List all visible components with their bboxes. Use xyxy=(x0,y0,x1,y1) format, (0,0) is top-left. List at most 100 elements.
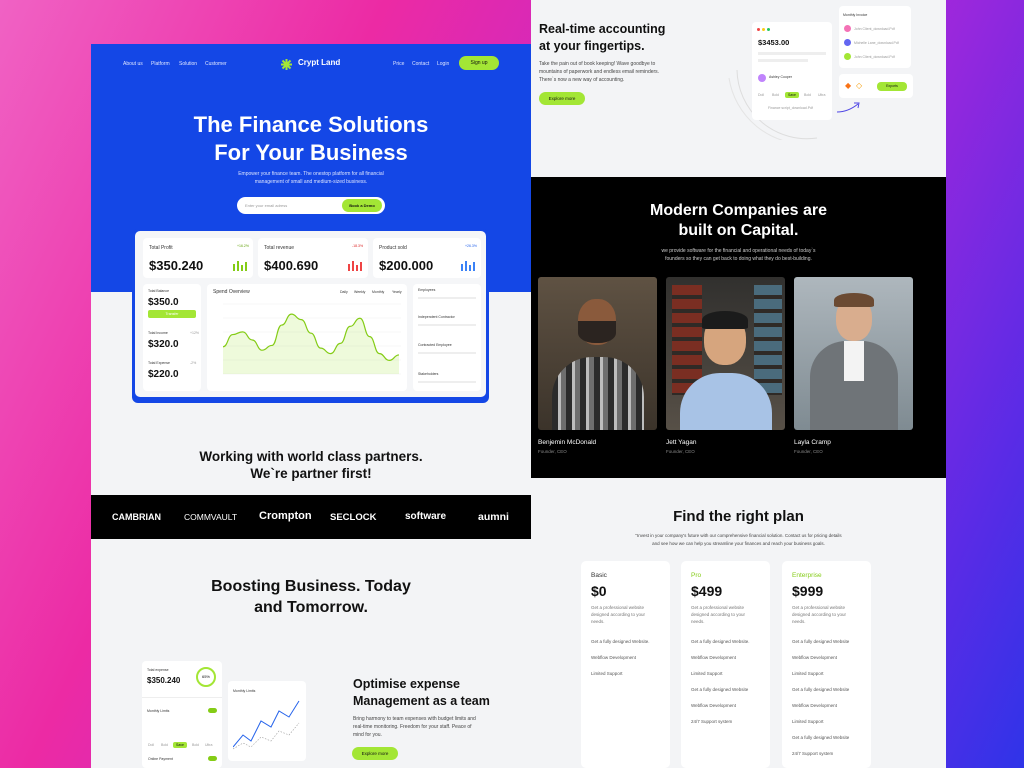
stat-card-revenue: Total revenue -18.3% $400.690 xyxy=(258,238,368,278)
plan-desc: Get a professional website xyxy=(792,605,846,610)
plan-feature: Limited Support xyxy=(792,671,824,676)
nav-contact[interactable]: Contact xyxy=(412,61,429,67)
chip[interactable]: Bold xyxy=(161,743,168,747)
partner-logo: COMMVAULT xyxy=(184,512,238,522)
plan-desc: designed according to your xyxy=(591,612,646,617)
bar-chart-icon xyxy=(233,261,247,271)
partners-line1: Working with world class partners. xyxy=(199,449,423,464)
chip[interactable]: Bold xyxy=(804,93,811,97)
invoice-item[interactable]: John Client_download.Pdf xyxy=(854,55,895,59)
list-item[interactable]: Contracted Employee xyxy=(418,343,452,347)
nav-customer[interactable]: Customer xyxy=(205,61,227,67)
tab-monthly[interactable]: Monthly xyxy=(372,290,384,294)
transfer-button[interactable]: Transfer xyxy=(148,310,196,318)
invoice-mock-card: Monthly Invoice John Client_download.Pdf… xyxy=(839,6,911,68)
spend-line-chart xyxy=(222,303,401,375)
optimise-body-2: real-time monitoring. Freedom for your s… xyxy=(353,724,472,730)
email-input[interactable]: Enter your email adress xyxy=(245,203,287,208)
optimise-line1: Optimise expense xyxy=(353,677,460,691)
nav-about[interactable]: About us xyxy=(123,61,143,67)
person-role: Founder, CEO xyxy=(666,449,695,454)
chip-active[interactable]: Save xyxy=(785,92,799,98)
expense-mock-card: Total expense $350.240 65% Monthly Limit… xyxy=(142,661,222,768)
chip[interactable]: Bold xyxy=(772,93,779,97)
plan-feature: Get a fully designed Website. xyxy=(691,639,750,644)
hero-subtitle-1: Empower your finance team. The onestop p… xyxy=(238,171,384,177)
plan-feature: Webflow Development xyxy=(691,703,736,708)
tab-weekly[interactable]: Weekly xyxy=(354,290,365,294)
capital-section: Modern Companies are built on Capital. w… xyxy=(531,177,946,478)
boosting-line1: Boosting Business. Today xyxy=(211,578,411,595)
avatar xyxy=(758,74,766,82)
stat-label: Total Profit xyxy=(149,245,173,251)
figma-icon: ◆ xyxy=(845,81,852,90)
signup-button[interactable]: Sign up xyxy=(459,56,499,70)
income-value: $320.0 xyxy=(148,339,179,350)
boosting-line2: and Tomorrow. xyxy=(254,599,368,616)
expense-pct: -2% xyxy=(190,361,197,365)
spend-overview-card: Spend Overview Daily Weekly Monthly Year… xyxy=(207,284,407,391)
plan-card-basic[interactable]: Basic $0 Get a professional website desi… xyxy=(581,561,670,768)
mock-expense-value: $350.240 xyxy=(147,676,181,685)
hero-title-line1: The Finance Solutions xyxy=(193,112,429,137)
nav-login[interactable]: Login xyxy=(437,61,449,67)
partner-logo: CAMBRIAN xyxy=(112,512,161,522)
plan-feature: Get a fully designed Website xyxy=(792,639,850,644)
plan-price: $499 xyxy=(691,583,723,599)
chip[interactable]: Doll xyxy=(148,743,154,747)
capital-body-2: founders so they can get back to doing w… xyxy=(665,256,812,262)
plan-feature: 24/7 Support system xyxy=(792,751,834,756)
plan-feature: Limited Support xyxy=(691,671,723,676)
pricing-title: Find the right plan xyxy=(673,508,804,525)
chip[interactable]: Ultra xyxy=(205,743,212,747)
partner-logo: aumni xyxy=(478,511,509,523)
plan-feature: Webflow Development xyxy=(591,655,636,660)
chip[interactable]: Doll xyxy=(758,93,764,97)
optimise-line2: Management as a team xyxy=(353,694,490,708)
mock-name: Ashley Cooper xyxy=(769,75,792,79)
person-photo xyxy=(794,277,913,430)
chip[interactable]: Ultra xyxy=(818,93,825,97)
export-button[interactable]: Exports xyxy=(877,82,907,91)
income-pct: +12% xyxy=(190,331,200,335)
realtime-line1: Real-time accounting xyxy=(539,22,666,36)
mock-expense-label: Total expense xyxy=(147,668,169,672)
plan-name: Basic xyxy=(591,572,607,579)
plan-card-pro[interactable]: Pro $499 Get a professional website desi… xyxy=(681,561,770,768)
realtime-line2: at your fingertips. xyxy=(539,39,645,53)
tab-daily[interactable]: Daily xyxy=(340,290,348,294)
monthly-limits-chart-card: Monthly Limits xyxy=(228,681,306,761)
tab-yearly[interactable]: Yearly xyxy=(392,290,402,294)
plan-card-enterprise[interactable]: Enterprise $999 Get a professional websi… xyxy=(782,561,871,768)
list-item[interactable]: Independent Contractor xyxy=(418,315,455,319)
stat-label: Product sold xyxy=(379,245,407,251)
plan-desc: needs. xyxy=(792,619,806,624)
chart-title: Monthly Limits xyxy=(233,689,256,693)
plan-price: $999 xyxy=(792,583,824,599)
toggle-switch[interactable] xyxy=(208,708,217,713)
invoice-item[interactable]: Michelle Lane_download.Pdf xyxy=(854,41,899,45)
explore-more-button[interactable]: Explore more xyxy=(539,92,585,105)
invoice-item[interactable]: John Client_download.Pdf xyxy=(854,27,895,31)
spend-title: Spend Overview xyxy=(213,289,250,295)
chip-active[interactable]: Save xyxy=(173,742,187,748)
explore-more-button[interactable]: Explore more xyxy=(352,747,398,760)
chip[interactable]: Bold xyxy=(192,743,199,747)
plan-feature: Webflow Development xyxy=(691,655,736,660)
nav-price[interactable]: Price xyxy=(393,61,404,67)
income-label: Total Income xyxy=(148,331,168,335)
book-demo-button[interactable]: Book a Demo xyxy=(342,199,382,212)
nav-solution[interactable]: Solution xyxy=(179,61,197,67)
plan-name: Enterprise xyxy=(792,572,822,579)
plan-desc: Get a professional website xyxy=(691,605,745,610)
balance-card: Total Balance $350.0 Transfer Total Inco… xyxy=(143,284,201,391)
list-item[interactable]: Employees xyxy=(418,288,435,292)
person-name: Jett Yagan xyxy=(666,439,697,446)
stat-badge: -18.3% xyxy=(352,244,364,248)
hero-title-line2: For Your Business xyxy=(214,140,408,165)
nav-platform[interactable]: Platform xyxy=(151,61,170,67)
toggle-switch[interactable] xyxy=(208,756,217,761)
stat-value: $200.000 xyxy=(379,258,434,273)
brand-name[interactable]: Crypt Land xyxy=(298,58,340,67)
list-item[interactable]: Stakeholders xyxy=(418,372,438,376)
